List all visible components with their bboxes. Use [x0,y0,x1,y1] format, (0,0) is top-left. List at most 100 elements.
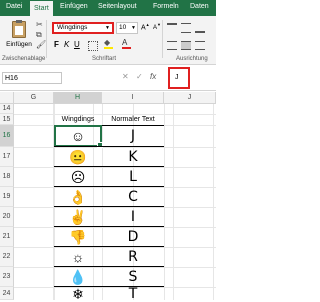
letter-cell[interactable]: R [128,249,138,265]
table-row: ☹ [54,167,102,187]
row-header-22[interactable]: 22 [0,247,14,267]
glyph-cell[interactable]: 👌 [69,189,86,205]
formula-bar: H16 ✕ ✓ fx J [0,66,216,91]
enter-icon[interactable]: ✓ [136,72,143,81]
header-normal-text[interactable]: Normaler Text [102,114,164,126]
grow-font-icon[interactable]: A▲ [141,22,150,31]
row-separator [54,166,164,167]
table-row: J [102,126,164,146]
table-row: ☺ [54,126,102,146]
row-header-20[interactable]: 20 [0,207,14,227]
table-row: S [102,267,164,287]
row-header-18[interactable]: 18 [0,167,14,187]
glyph-cell[interactable]: ☼ [72,249,85,265]
tab-formeln[interactable]: Formeln [153,3,179,10]
letter-cell[interactable]: D [128,229,139,245]
glyph-cell[interactable]: ✌ [69,209,86,225]
row-separator [54,286,164,287]
table-row: 👎 [54,227,102,247]
font-size-value: 10 [119,24,127,31]
glyph-cell[interactable]: 👎 [69,229,86,245]
table-row: K [102,147,164,167]
font-color-icon[interactable]: A [122,38,131,49]
alignment-group-label: Ausrichtung [176,56,208,62]
tab-einfuegen[interactable]: Einfügen [60,3,88,10]
paste-label: Einfügen [6,41,32,48]
align-middle-icon[interactable] [181,23,191,33]
font-name-value: Wingdings [57,24,88,31]
row-header-17[interactable]: 17 [0,147,14,167]
font-group-label: Schriftart [92,56,117,62]
table-row: 👌 [54,187,102,207]
glyph-cell[interactable]: ☺ [71,128,85,144]
row-header-24[interactable]: 24 [0,287,14,300]
paste-button[interactable]: Einfügen [4,19,34,51]
ribbon: Einfügen ✂ ⧉ 🖌 Zwischenablage Wingdings … [0,16,216,65]
column-header-i[interactable]: I [102,92,164,104]
row-header-15[interactable]: 15 [0,114,14,125]
copy-icon[interactable]: ⧉ [36,30,42,40]
row-separator [54,206,164,207]
shrink-font-icon[interactable]: A▼ [153,22,161,31]
letter-cell[interactable]: J [131,128,135,144]
align-left-icon[interactable] [167,41,177,50]
format-painter-icon[interactable]: 🖌 [36,40,46,49]
glyph-cell[interactable]: 😐 [69,149,86,165]
row-header-21[interactable]: 21 [0,227,14,247]
clipboard-icon [12,20,26,38]
column-header-h[interactable]: H [54,92,102,104]
formula-input[interactable]: J [168,67,190,89]
row-separator [54,246,164,247]
chevron-down-icon: ▼ [105,25,110,31]
fill-color-icon[interactable]: ◆ [104,38,113,49]
table-row: D [102,227,164,247]
row-header-19[interactable]: 19 [0,187,14,207]
row-separator [54,226,164,227]
chevron-down-icon: ▼ [131,25,136,31]
name-box[interactable]: H16 [2,72,62,84]
column-header-j[interactable]: J [164,92,216,104]
row-header-14[interactable]: 14 [0,104,14,114]
divider [46,20,47,58]
glyph-cell[interactable]: ☹ [71,169,86,185]
cancel-icon[interactable]: ✕ [122,72,129,81]
align-right-icon[interactable] [195,41,205,50]
cut-icon[interactable]: ✂ [36,20,43,29]
table-row: 😐 [54,147,102,167]
fx-icon[interactable]: fx [150,72,156,81]
letter-cell[interactable]: I [131,209,135,225]
font-name-select[interactable]: Wingdings ▼ [52,22,114,34]
align-center-icon[interactable] [181,41,191,50]
table-row: I [102,207,164,227]
letter-cell[interactable]: S [129,269,138,285]
table-row: L [102,167,164,187]
font-size-select[interactable]: 10 ▼ [116,22,138,34]
table-row: ✌ [54,207,102,227]
row-separator [54,146,164,147]
table-row: R [102,247,164,267]
letter-cell[interactable]: L [129,169,137,185]
clipboard-group-label: Zwischenablage [2,56,46,62]
bold-button[interactable]: F [54,40,59,49]
glyph-cell[interactable]: 💧 [69,269,86,285]
align-top-icon[interactable] [167,23,177,33]
row-header-23[interactable]: 23 [0,267,14,287]
letter-cell[interactable]: C [128,189,138,205]
tab-start[interactable]: Start [30,1,53,16]
table-row: C [102,187,164,207]
row-header-16[interactable]: 16 [0,125,14,147]
tab-daten[interactable]: Daten [190,3,209,10]
tab-seitenlayout[interactable]: Seitenlayout [98,3,137,10]
table-row: ☼ [54,247,102,267]
align-bottom-icon[interactable] [195,23,205,33]
underline-button[interactable]: U [74,40,80,49]
column-header-g[interactable]: G [14,92,54,104]
select-all-corner[interactable] [0,92,14,104]
tab-datei[interactable]: Datei [6,3,22,10]
row-separator [54,266,164,267]
borders-icon[interactable] [88,41,98,51]
italic-button[interactable]: K [64,40,69,49]
letter-cell[interactable]: K [128,149,137,165]
divider [162,20,163,58]
row-separator [54,186,164,187]
